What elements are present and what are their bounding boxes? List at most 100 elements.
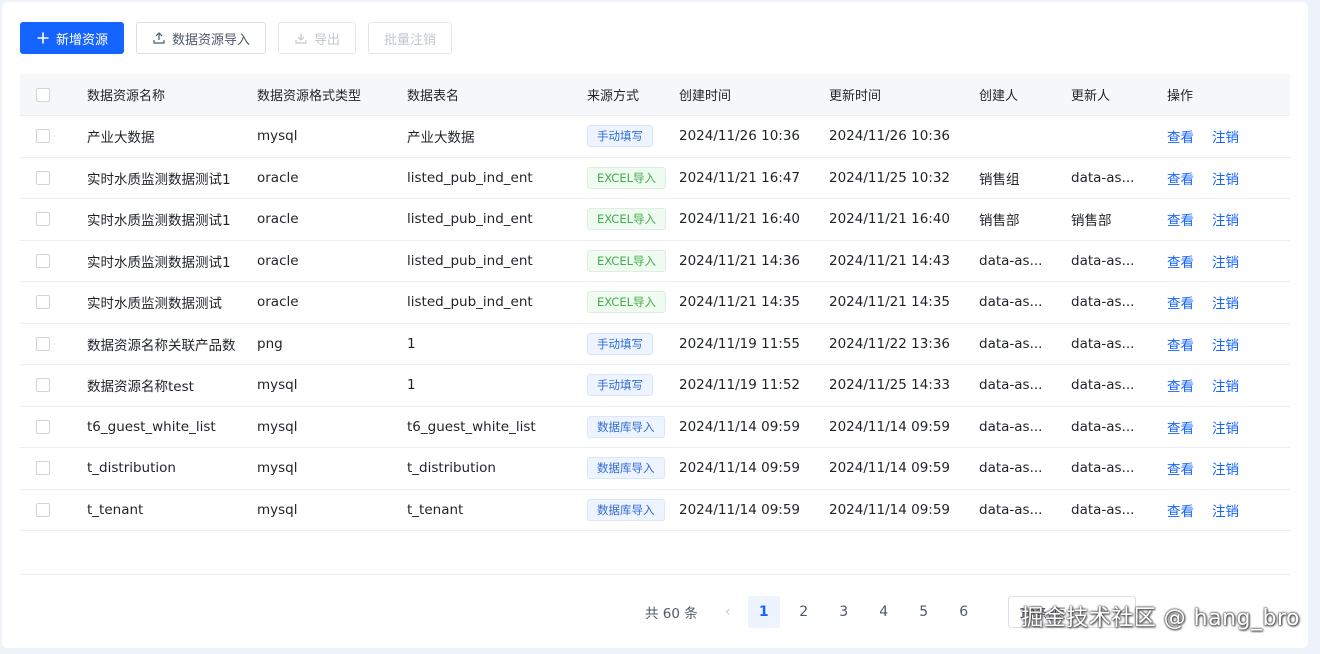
total-count: 共 60 条 [645, 606, 698, 622]
cancel-link[interactable]: 注销 [1212, 292, 1239, 312]
header-table-name: 数据表名 [407, 89, 460, 104]
cell-updater: data-as... [1071, 335, 1135, 352]
view-link[interactable]: 查看 [1167, 209, 1194, 229]
header-source: 来源方式 [587, 89, 640, 104]
row-checkbox[interactable] [36, 295, 50, 310]
cell-creator: data-as... [979, 294, 1043, 311]
cell-source: EXCEL导入 [587, 291, 679, 314]
view-link[interactable]: 查看 [1167, 458, 1194, 478]
row-checkbox[interactable] [36, 419, 50, 434]
cell-format: oracle [257, 169, 299, 186]
select-all-checkbox[interactable] [36, 87, 50, 102]
cell-actions: 查看 注销 [1163, 209, 1290, 229]
add-resource-label: 新增资源 [56, 32, 109, 48]
cell-created-at: 2024/11/21 14:36 [679, 252, 801, 269]
cancel-link[interactable]: 注销 [1212, 458, 1239, 478]
source-tag: EXCEL导入 [587, 249, 667, 272]
view-link[interactable]: 查看 [1167, 126, 1194, 146]
cell-updated-at: 2024/11/21 14:35 [829, 294, 951, 311]
export-label: 导出 [314, 32, 341, 48]
page-number[interactable]: 4 [868, 596, 900, 628]
cancel-link[interactable]: 注销 [1212, 375, 1239, 395]
cell-table-name: listed_pub_ind_ent [407, 211, 533, 228]
row-checkbox[interactable] [36, 378, 50, 393]
table-row: 实时水质监测数据测试1 oracle listed_pub_ind_ent EX… [20, 199, 1290, 241]
cancel-link[interactable]: 注销 [1212, 209, 1239, 229]
source-tag: EXCEL导入 [587, 166, 667, 189]
cell-name: t_tenant [87, 501, 144, 518]
cell-updater: data-as... [1071, 377, 1135, 394]
cell-creator: data-as... [979, 501, 1043, 518]
cell-creator: data-as... [979, 418, 1043, 435]
header-updated-at: 更新时间 [829, 89, 882, 104]
page-number[interactable]: 6 [948, 596, 980, 628]
import-resource-label: 数据资源导入 [172, 32, 251, 48]
cell-name: 实时水质监测数据测试1 [87, 171, 231, 188]
header-actions: 操作 [1167, 89, 1194, 104]
row-checkbox[interactable] [36, 461, 50, 476]
row-checkbox[interactable] [36, 253, 50, 268]
cell-source: 手动填写 [587, 332, 679, 355]
cell-source: 数据库导入 [587, 498, 679, 521]
cell-actions: 查看 注销 [1163, 458, 1290, 478]
view-link[interactable]: 查看 [1167, 500, 1194, 520]
download-icon [294, 31, 308, 45]
cancel-link[interactable]: 注销 [1212, 500, 1239, 520]
cancel-link[interactable]: 注销 [1212, 417, 1239, 437]
cell-updated-at: 2024/11/21 14:43 [829, 252, 951, 269]
plus-icon [36, 31, 50, 45]
table-row: 产业大数据 mysql 产业大数据 手动填写 2024/11/26 10:36 … [20, 116, 1290, 158]
cell-created-at: 2024/11/14 09:59 [679, 501, 801, 518]
row-checkbox[interactable] [36, 502, 50, 517]
header-created-at: 创建时间 [679, 89, 732, 104]
add-resource-button[interactable]: 新增资源 [20, 22, 125, 54]
batch-cancel-button[interactable]: 批量注销 [368, 22, 453, 54]
table-row: t6_guest_white_list mysql t6_guest_white… [20, 407, 1290, 448]
cell-table-name: listed_pub_ind_ent [407, 169, 533, 186]
row-checkbox[interactable] [36, 129, 50, 144]
cell-created-at: 2024/11/14 09:59 [679, 460, 801, 477]
table-row: t_tenant mysql t_tenant 数据库导入 2024/11/14… [20, 490, 1290, 531]
cell-name: 实时水质监测数据测试1 [87, 254, 231, 271]
cancel-link[interactable]: 注销 [1212, 126, 1239, 146]
row-checkbox[interactable] [36, 212, 50, 227]
cell-name: 实时水质监测数据测试1 [87, 213, 231, 230]
cell-created-at: 2024/11/21 14:35 [679, 294, 801, 311]
view-link[interactable]: 查看 [1167, 334, 1194, 354]
import-resource-button[interactable]: 数据资源导入 [136, 22, 267, 54]
cell-updater: data-as... [1071, 294, 1135, 311]
view-link[interactable]: 查看 [1167, 375, 1194, 395]
table-row: 实时水质监测数据测试1 oracle listed_pub_ind_ent EX… [20, 241, 1290, 282]
view-link[interactable]: 查看 [1167, 292, 1194, 312]
cell-creator: data-as... [979, 335, 1043, 352]
chevron-left-icon[interactable]: ‹ [712, 604, 744, 620]
view-link[interactable]: 查看 [1167, 417, 1194, 437]
row-checkbox-cell [20, 253, 87, 268]
view-link[interactable]: 查看 [1167, 168, 1194, 188]
view-link[interactable]: 查看 [1167, 251, 1194, 271]
cell-created-at: 2024/11/14 09:59 [679, 418, 801, 435]
cell-created-at: 2024/11/21 16:47 [679, 169, 801, 186]
row-checkbox[interactable] [36, 170, 50, 185]
row-checkbox-cell [20, 502, 87, 517]
cell-table-name: listed_pub_ind_ent [407, 252, 533, 269]
row-checkbox[interactable] [36, 336, 50, 351]
upload-icon [152, 31, 166, 45]
export-button[interactable]: 导出 [278, 22, 357, 54]
page-number[interactable]: 2 [788, 596, 820, 628]
cancel-link[interactable]: 注销 [1212, 334, 1239, 354]
page-number[interactable]: 1 [747, 596, 780, 628]
source-tag: 手动填写 [587, 332, 653, 355]
cell-format: oracle [257, 294, 299, 311]
row-checkbox-cell [20, 336, 87, 351]
page-number[interactable]: 5 [908, 596, 940, 628]
source-tag: 数据库导入 [587, 498, 665, 521]
cancel-link[interactable]: 注销 [1212, 251, 1239, 271]
cell-created-at: 2024/11/26 10:36 [679, 128, 801, 145]
cell-updated-at: 2024/11/25 10:32 [829, 169, 951, 186]
page-number[interactable]: 3 [828, 596, 860, 628]
table-row: 数据资源名称test mysql 1 手动填写 2024/11/19 11:52… [20, 365, 1290, 407]
cancel-link[interactable]: 注销 [1212, 168, 1239, 188]
cell-creator: 销售部 [979, 213, 1020, 230]
cell-created-at: 2024/11/21 16:40 [679, 211, 801, 228]
